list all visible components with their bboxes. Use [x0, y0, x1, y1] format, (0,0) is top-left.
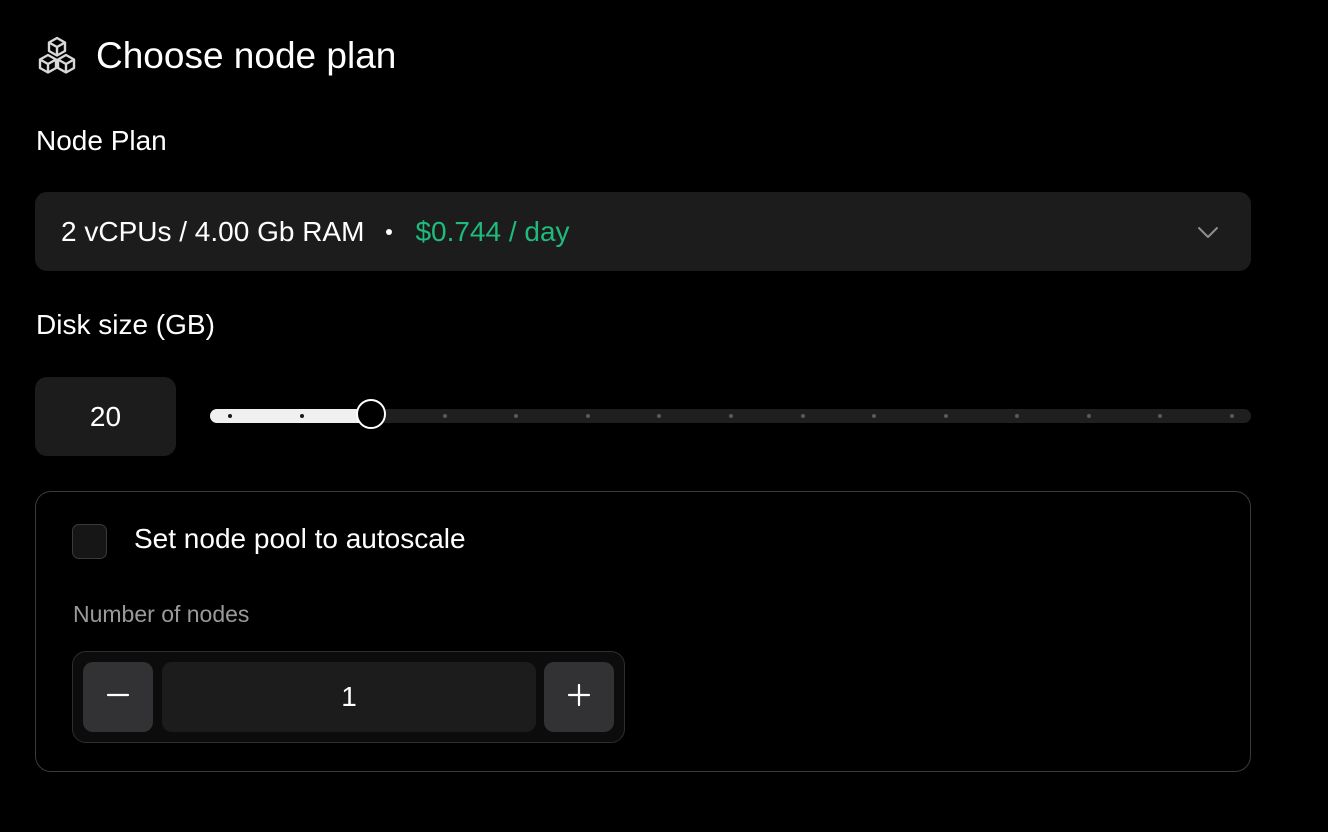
disk-size-input[interactable]: 20 — [35, 377, 176, 456]
slider-tick — [800, 414, 805, 418]
slider-tick — [729, 414, 733, 418]
slider-tick — [1086, 414, 1091, 418]
decrement-button[interactable] — [83, 662, 153, 732]
nodes-count-input[interactable]: 1 — [162, 662, 536, 732]
slider-tick — [872, 414, 877, 418]
node-plan-select[interactable]: 2 vCPUs / 4.00 Gb RAM $0.744 / day — [35, 192, 1251, 271]
autoscale-checkbox[interactable] — [72, 524, 107, 559]
minus-icon — [105, 682, 131, 713]
node-plan-spec: 2 vCPUs / 4.00 Gb RAM — [61, 215, 365, 247]
section-header: Choose node plan — [36, 32, 396, 80]
number-of-nodes-label: Number of nodes — [73, 601, 250, 627]
slider-tick — [442, 414, 447, 418]
slider-tick — [943, 414, 948, 418]
disk-size-label: Disk size (GB) — [36, 309, 215, 340]
separator-dot — [386, 228, 393, 235]
chevron-down-icon[interactable] — [1195, 219, 1221, 245]
slider-tick — [299, 414, 304, 418]
slider-tick — [657, 414, 662, 418]
plus-icon — [566, 682, 592, 713]
node-plan-price: $0.744 / day — [415, 215, 570, 247]
disk-size-slider[interactable] — [210, 399, 1251, 429]
nodes-stepper: 1 — [72, 651, 625, 743]
cubes-icon — [36, 35, 78, 77]
slider-tick — [1230, 414, 1234, 418]
slider-tick — [1015, 414, 1020, 418]
slider-tick — [228, 414, 232, 418]
slider-tick — [1158, 414, 1163, 418]
slider-tick — [585, 414, 590, 418]
node-plan-label: Node Plan — [36, 125, 167, 156]
slider-thumb[interactable] — [356, 399, 387, 429]
autoscale-checkbox-label[interactable]: Set node pool to autoscale — [134, 523, 466, 555]
increment-button[interactable] — [544, 662, 614, 732]
page-title: Choose node plan — [96, 35, 397, 76]
slider-tick — [514, 414, 519, 418]
